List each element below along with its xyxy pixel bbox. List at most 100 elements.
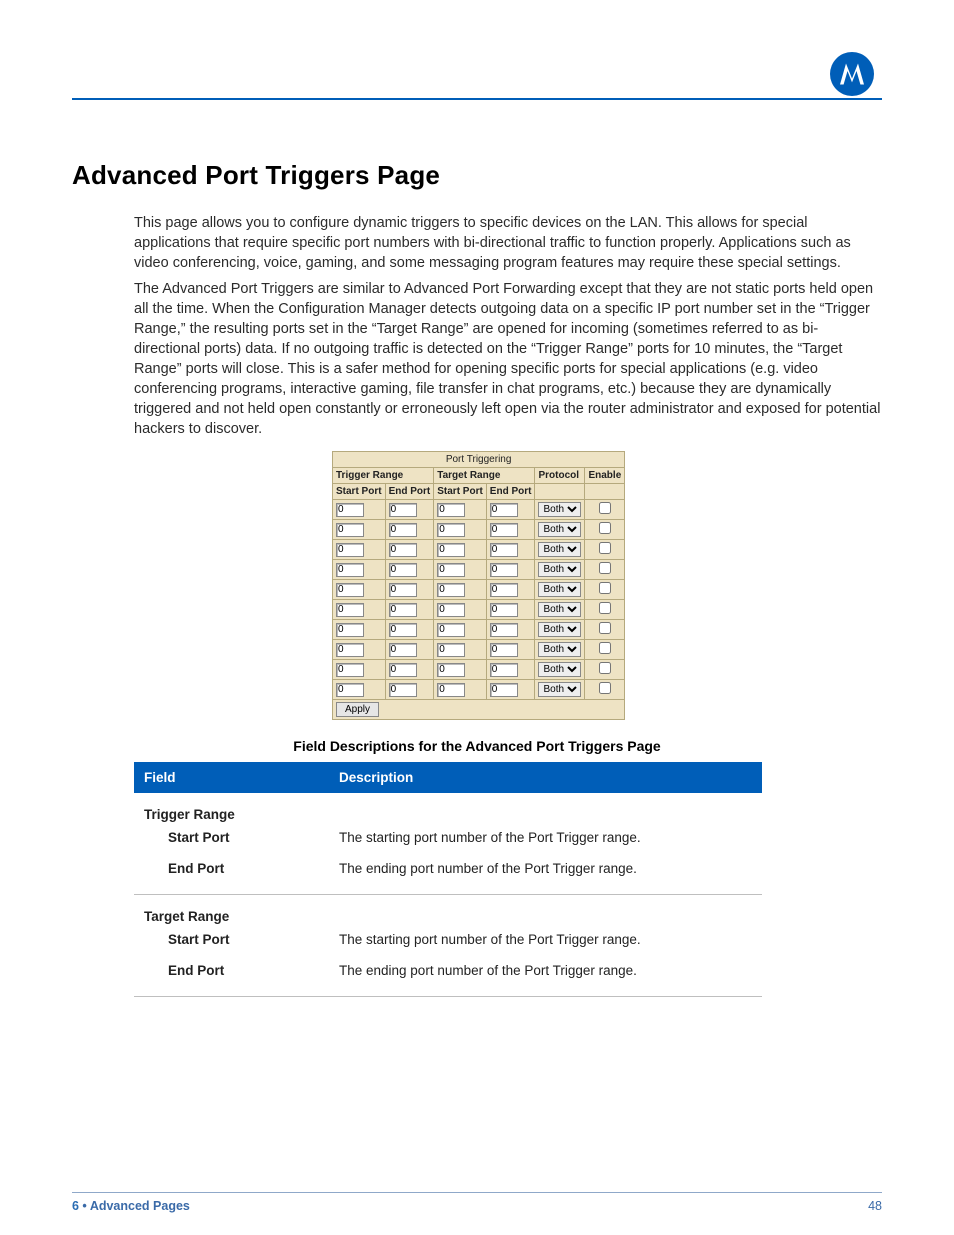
pt-port-cell [434, 660, 487, 680]
target-end-input[interactable] [490, 563, 518, 577]
pt-protocol-cell: Both [535, 620, 585, 640]
trigger-start-input[interactable] [336, 503, 364, 517]
protocol-select[interactable]: Both [538, 642, 581, 657]
pt-port-cell [385, 520, 434, 540]
target-start-input[interactable] [437, 503, 465, 517]
pt-port-cell [486, 580, 535, 600]
pt-port-cell [333, 500, 386, 520]
target-end-input[interactable] [490, 603, 518, 617]
port-triggering-panel: Port Triggering Trigger Range Target Ran… [332, 451, 622, 720]
trigger-end-input[interactable] [389, 503, 417, 517]
target-start-input[interactable] [437, 623, 465, 637]
target-start-input[interactable] [437, 643, 465, 657]
pt-port-cell [333, 660, 386, 680]
protocol-select[interactable]: Both [538, 662, 581, 677]
pt-protocol-cell: Both [535, 500, 585, 520]
trigger-end-input[interactable] [389, 523, 417, 537]
pt-port-cell [333, 580, 386, 600]
enable-checkbox[interactable] [599, 542, 611, 554]
header-rule [72, 98, 882, 100]
enable-checkbox[interactable] [599, 502, 611, 514]
fd-field-name: Start Port [134, 822, 329, 853]
enable-checkbox[interactable] [599, 622, 611, 634]
enable-checkbox[interactable] [599, 582, 611, 594]
pt-protocol-cell: Both [535, 680, 585, 700]
pt-port-cell [486, 540, 535, 560]
motorola-m-glyph [837, 59, 867, 89]
intro-block: This page allows you to configure dynami… [134, 213, 882, 439]
target-start-input[interactable] [437, 563, 465, 577]
target-start-input[interactable] [437, 523, 465, 537]
enable-checkbox[interactable] [599, 602, 611, 614]
pt-port-cell [385, 640, 434, 660]
protocol-select[interactable]: Both [538, 602, 581, 617]
fd-field-desc: The ending port number of the Port Trigg… [329, 853, 762, 884]
target-end-input[interactable] [490, 683, 518, 697]
protocol-select[interactable]: Both [538, 682, 581, 697]
target-end-input[interactable] [490, 523, 518, 537]
trigger-start-input[interactable] [336, 543, 364, 557]
protocol-select[interactable]: Both [538, 582, 581, 597]
target-end-input[interactable] [490, 643, 518, 657]
trigger-start-input[interactable] [336, 523, 364, 537]
target-start-input[interactable] [437, 663, 465, 677]
target-start-input[interactable] [437, 543, 465, 557]
protocol-select[interactable]: Both [538, 542, 581, 557]
enable-checkbox[interactable] [599, 682, 611, 694]
pt-enable-cell [585, 560, 625, 580]
target-end-input[interactable] [490, 543, 518, 557]
pt-port-cell [486, 680, 535, 700]
trigger-start-input[interactable] [336, 603, 364, 617]
trigger-end-input[interactable] [389, 663, 417, 677]
pt-target-end-header: End Port [486, 484, 535, 500]
target-end-input[interactable] [490, 663, 518, 677]
enable-checkbox[interactable] [599, 642, 611, 654]
trigger-start-input[interactable] [336, 583, 364, 597]
pt-port-cell [385, 600, 434, 620]
pt-title: Port Triggering [333, 452, 625, 468]
trigger-end-input[interactable] [389, 623, 417, 637]
trigger-end-input[interactable] [389, 643, 417, 657]
pt-trigger-start-header: Start Port [333, 484, 386, 500]
protocol-select[interactable]: Both [538, 522, 581, 537]
pt-blank2 [585, 484, 625, 500]
fd-col-desc: Description [329, 762, 762, 793]
target-start-input[interactable] [437, 583, 465, 597]
trigger-start-input[interactable] [336, 663, 364, 677]
trigger-start-input[interactable] [336, 683, 364, 697]
fd-field-desc: The starting port number of the Port Tri… [329, 822, 762, 853]
fd-field-row: End PortThe ending port number of the Po… [134, 955, 762, 986]
trigger-end-input[interactable] [389, 543, 417, 557]
target-end-input[interactable] [490, 583, 518, 597]
enable-checkbox[interactable] [599, 562, 611, 574]
pt-port-cell [434, 680, 487, 700]
trigger-start-input[interactable] [336, 623, 364, 637]
trigger-start-input[interactable] [336, 643, 364, 657]
pt-port-cell [385, 560, 434, 580]
trigger-end-input[interactable] [389, 563, 417, 577]
target-end-input[interactable] [490, 623, 518, 637]
pt-port-cell [434, 560, 487, 580]
pt-port-cell [486, 660, 535, 680]
fd-field-desc: The ending port number of the Port Trigg… [329, 955, 762, 986]
pt-row: Both [333, 680, 625, 700]
protocol-select[interactable]: Both [538, 502, 581, 517]
pt-row: Both [333, 600, 625, 620]
fd-col-field: Field [134, 762, 329, 793]
protocol-select[interactable]: Both [538, 562, 581, 577]
pt-enable-cell [585, 520, 625, 540]
trigger-end-input[interactable] [389, 583, 417, 597]
trigger-start-input[interactable] [336, 563, 364, 577]
enable-checkbox[interactable] [599, 662, 611, 674]
apply-button[interactable]: Apply [336, 702, 379, 717]
trigger-end-input[interactable] [389, 683, 417, 697]
protocol-select[interactable]: Both [538, 622, 581, 637]
target-end-input[interactable] [490, 503, 518, 517]
enable-checkbox[interactable] [599, 522, 611, 534]
brand-logo [830, 52, 874, 96]
target-start-input[interactable] [437, 683, 465, 697]
trigger-end-input[interactable] [389, 603, 417, 617]
pt-blank1 [535, 484, 585, 500]
pt-row: Both [333, 500, 625, 520]
target-start-input[interactable] [437, 603, 465, 617]
